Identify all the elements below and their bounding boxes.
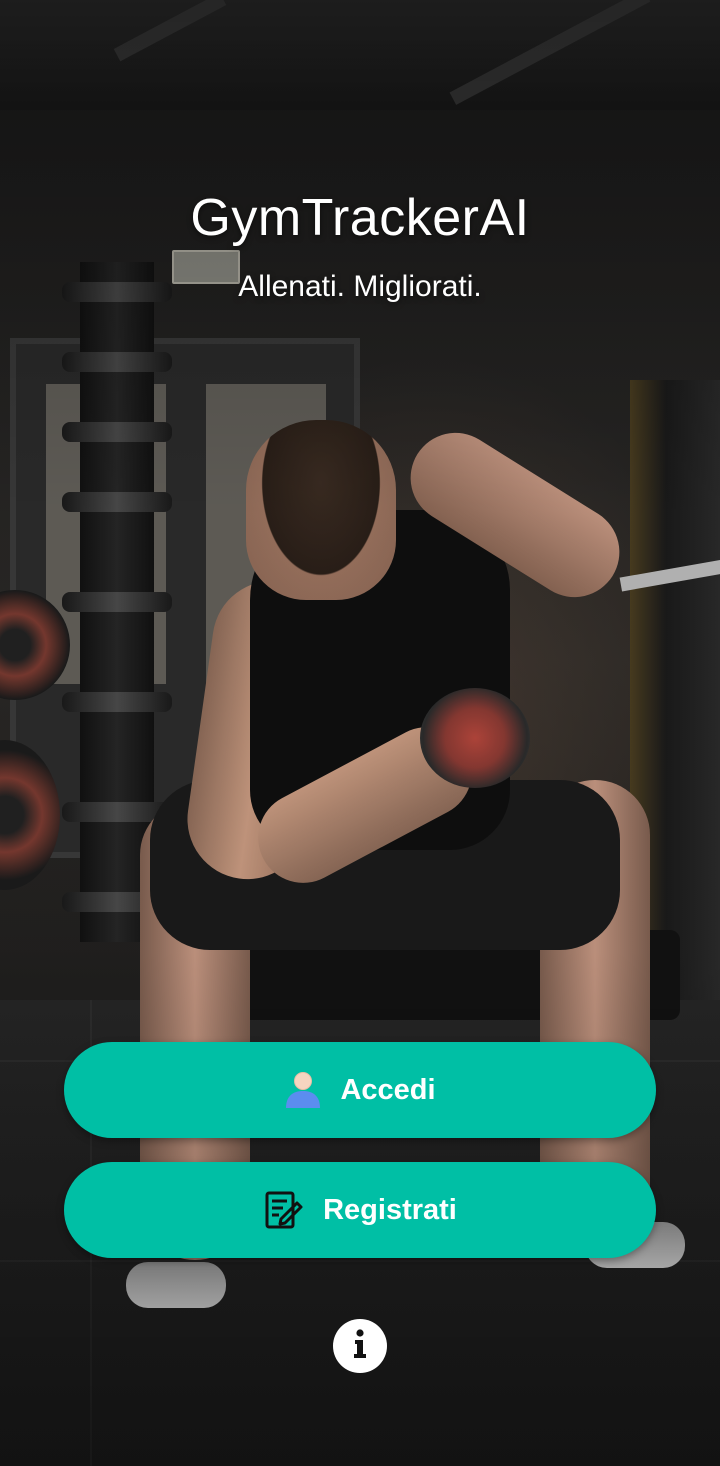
info-icon <box>348 1328 372 1365</box>
edit-form-icon <box>263 1189 305 1231</box>
register-label: Registrati <box>323 1193 457 1226</box>
app-subtitle: Allenati. Migliorati. <box>238 270 482 303</box>
info-button[interactable] <box>333 1319 387 1373</box>
login-button[interactable]: Accedi <box>64 1042 656 1138</box>
app-title: GymTrackerAI <box>190 189 530 247</box>
user-icon <box>284 1070 322 1110</box>
welcome-screen: GymTrackerAI Allenati. Migliorati. Acced… <box>0 0 720 1466</box>
login-label: Accedi <box>340 1073 436 1106</box>
register-button[interactable]: Registrati <box>64 1162 656 1258</box>
